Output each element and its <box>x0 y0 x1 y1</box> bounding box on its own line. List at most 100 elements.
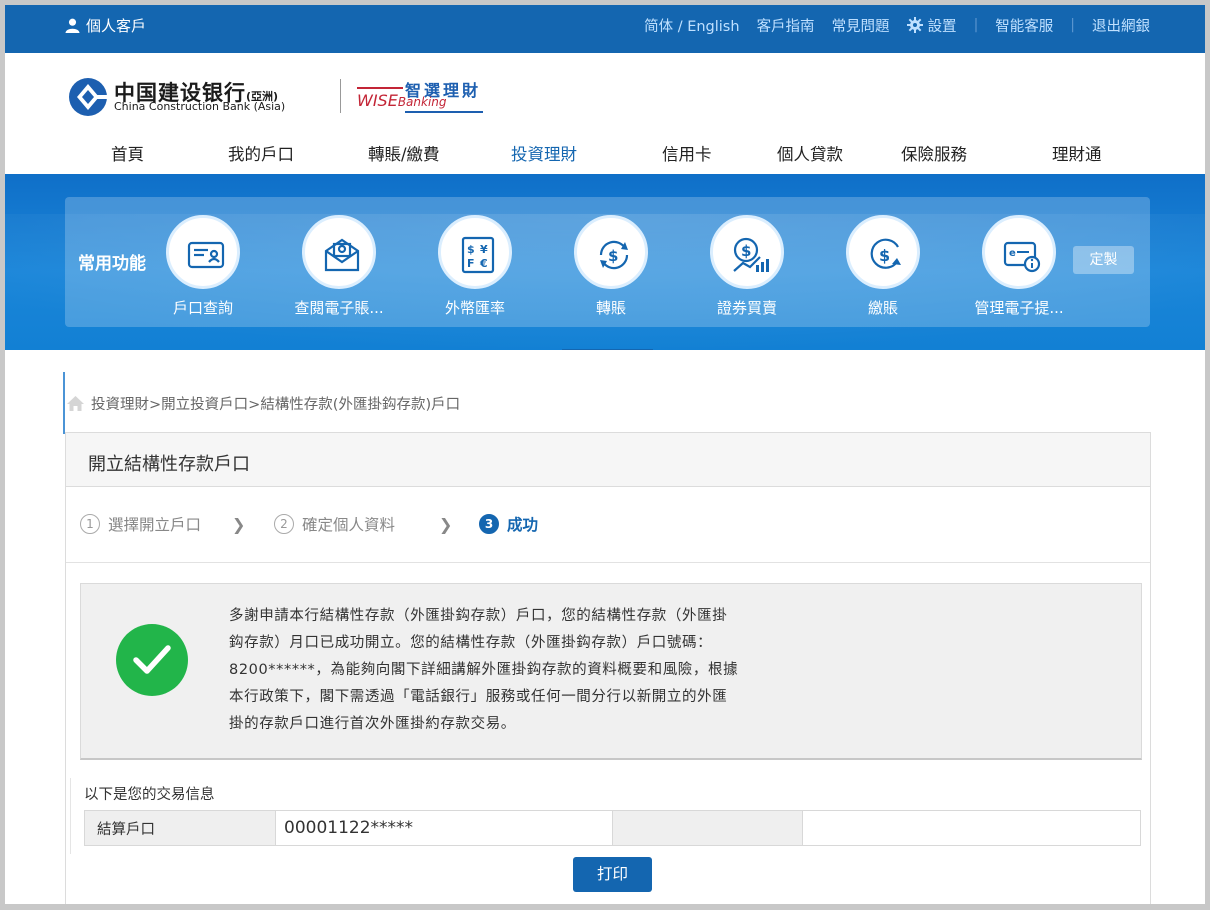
divider: | <box>973 17 979 33</box>
top-bar: 個人客戶 简体 / English 客戶指南 常見問題 設置 | 智能客服 | … <box>5 5 1205 53</box>
quick-fx-rates[interactable]: $ ¥ F € 外幣匯率 <box>415 215 535 325</box>
message-line: 掛的存款戶口進行首次外匯掛約存款交易。 <box>229 716 516 732</box>
collapse-banner-button[interactable] <box>562 349 653 350</box>
ccb-logo-icon[interactable] <box>68 77 108 117</box>
step-label: 成功 <box>507 516 539 534</box>
nav-credit-card[interactable]: 信用卡 <box>662 141 712 165</box>
quick-functions-panel: 常用功能 戶口查詢 查閱電子賬... $ ¥ F € 外幣匯率 $ 轉賬 $ 證… <box>65 197 1150 327</box>
step-label: 選擇開立戶口 <box>108 516 202 534</box>
account-card-icon <box>166 215 240 289</box>
transfer-icon: $ <box>574 215 648 289</box>
nav-personal-loan[interactable]: 個人貸款 <box>777 141 843 165</box>
user-type: 個人客戶 <box>65 13 146 37</box>
quick-securities[interactable]: $ 證券買賣 <box>687 215 807 325</box>
smart-service-link[interactable]: 智能客服 <box>995 15 1053 36</box>
logo-divider <box>340 79 341 113</box>
message-line: 多謝申請本行結構性存款（外匯掛鈎存款）戶口，您的結構性存款（外匯掛 <box>229 608 728 624</box>
breadcrumb: 投資理財> 開立投資戶口> 結構性存款(外匯掛鈎存款)戶口 <box>66 393 460 414</box>
nav-transfer-payment[interactable]: 轉賬/繳費 <box>368 141 440 165</box>
breadcrumb-open-account[interactable]: 開立投資戶口> <box>161 393 260 414</box>
step-2: 2 確定個人資料 <box>274 513 395 535</box>
svg-text:€: € <box>479 257 488 270</box>
settings-label: 設置 <box>927 18 957 35</box>
quick-item-label: 外幣匯率 <box>444 299 505 317</box>
header: 中国建设银行(亞洲) China Construction Bank (Asia… <box>5 53 1205 174</box>
chevron-right-icon: ❯ <box>232 515 246 534</box>
wise-logo-en: WISEBanking <box>357 91 447 110</box>
quick-item-label: 查閱電子賬... <box>294 299 384 317</box>
quick-item-label: 證券買賣 <box>716 299 777 317</box>
quick-item-label: 管理電子提... <box>974 299 1064 317</box>
nav-insurance[interactable]: 保險服務 <box>901 141 967 165</box>
breadcrumb-current: 結構性存款(外匯掛鈎存款)戶口 <box>260 397 461 413</box>
user-type-label: 個人客戶 <box>86 16 147 35</box>
svg-text:$: $ <box>879 246 890 265</box>
logo-rule <box>405 111 483 113</box>
quick-account-inquiry[interactable]: 戶口查詢 <box>143 215 263 325</box>
quick-functions-title: 常用功能 <box>78 254 146 274</box>
progress-steps: 1 選擇開立戶口 ❯ 2 確定個人資料 ❯ 3 成功 <box>66 488 1150 563</box>
breadcrumb-investment[interactable]: 投資理財> <box>91 393 161 414</box>
empty-label-cell <box>613 811 803 845</box>
transaction-info-header: 以下是您的交易信息 <box>84 787 215 803</box>
language-link[interactable]: 简体 / English <box>644 15 739 36</box>
message-line: 8200******，為能夠向閣下詳細講解外匯掛鈎存款的資料概要和風險，根據 <box>229 662 739 678</box>
step-3: 3 成功 <box>479 513 538 535</box>
svg-text:¥: ¥ <box>480 243 488 256</box>
logo-rule <box>357 87 403 89</box>
quick-item-label: 繳賬 <box>867 299 898 317</box>
step-label: 確定個人資料 <box>302 516 396 534</box>
nav-my-account[interactable]: 我的戶口 <box>228 141 294 165</box>
svg-text:F: F <box>467 257 475 270</box>
top-links: 简体 / English 客戶指南 常見問題 設置 | 智能客服 | 退出網銀 <box>627 13 1150 37</box>
mail-statement-icon <box>302 215 376 289</box>
message-line: 鈎存款）月口已成功開立。您的結構性存款（外匯掛鈎存款）戶口號碼： <box>229 635 713 651</box>
customize-button[interactable]: 定製 <box>1073 246 1134 274</box>
quick-bill-payment[interactable]: $ 繳賬 <box>823 215 943 325</box>
step-1: 1 選擇開立戶口 <box>80 513 201 535</box>
content-panel: 開立結構性存款戶口 1 選擇開立戶口 ❯ 2 確定個人資料 ❯ 3 成功 多謝申… <box>65 432 1151 910</box>
quick-e-alerts[interactable]: e 管理電子提... <box>959 215 1079 325</box>
nav-home[interactable]: 首頁 <box>111 141 144 165</box>
settlement-account-label: 結算戶口 <box>85 811 276 845</box>
chevron-right-icon: ❯ <box>439 515 453 534</box>
divider: | <box>1070 17 1075 33</box>
quick-functions-banner: 常用功能 戶口查詢 查閱電子賬... $ ¥ F € 外幣匯率 $ 轉賬 $ 證… <box>5 174 1205 350</box>
info-accent <box>70 778 71 854</box>
svg-text:e: e <box>1009 248 1016 259</box>
bank-name-en: China Construction Bank (Asia) <box>114 100 286 113</box>
print-button[interactable]: 打印 <box>573 857 652 892</box>
e-alert-icon: e <box>982 215 1056 289</box>
customer-guide-link[interactable]: 客戶指南 <box>757 15 815 36</box>
breadcrumb-accent <box>63 372 65 434</box>
quick-item-label: 轉賬 <box>595 299 626 317</box>
bill-payment-icon: $ <box>846 215 920 289</box>
step-number: 3 <box>479 514 499 534</box>
success-message-box: 多謝申請本行結構性存款（外匯掛鈎存款）戶口，您的結構性存款（外匯掛 鈎存款）月口… <box>80 583 1142 760</box>
page-title: 開立結構性存款戶口 <box>88 454 250 475</box>
success-message: 多謝申請本行結構性存款（外匯掛鈎存款）戶口，您的結構性存款（外匯掛 鈎存款）月口… <box>229 603 799 738</box>
settlement-account-value: 00001122***** <box>276 811 613 845</box>
svg-text:$: $ <box>608 247 618 265</box>
currency-icon: $ ¥ F € <box>438 215 512 289</box>
panel-header: 開立結構性存款戶口 <box>66 433 1150 487</box>
logout-link[interactable]: 退出網銀 <box>1092 15 1150 36</box>
quick-item-label: 戶口查詢 <box>172 299 233 317</box>
step-number: 2 <box>274 514 294 534</box>
empty-value-cell <box>803 811 1140 845</box>
settings-link[interactable]: 設置 <box>906 15 957 36</box>
user-icon <box>65 18 80 33</box>
transaction-info-table: 結算戶口 00001122***** <box>84 810 1141 846</box>
home-icon[interactable] <box>66 395 85 412</box>
quick-e-statement[interactable]: 查閱電子賬... <box>279 215 399 325</box>
svg-text:$: $ <box>741 242 751 260</box>
success-check-icon <box>116 624 188 696</box>
nav-wealth-connect[interactable]: 理財通 <box>1052 141 1102 165</box>
main-nav: 首頁 我的戶口 轉賬/繳費 投資理財 信用卡 個人貸款 保險服務 理財通 <box>5 141 1205 167</box>
step-number: 1 <box>80 514 100 534</box>
message-line: 本行政策下，閣下需透過「電話銀行」服務或任何一間分行以新開立的外匯 <box>229 689 728 705</box>
gear-icon <box>906 17 923 33</box>
faq-link[interactable]: 常見問題 <box>832 15 890 36</box>
nav-investment[interactable]: 投資理財 <box>511 141 577 165</box>
quick-transfer[interactable]: $ 轉賬 <box>551 215 671 325</box>
